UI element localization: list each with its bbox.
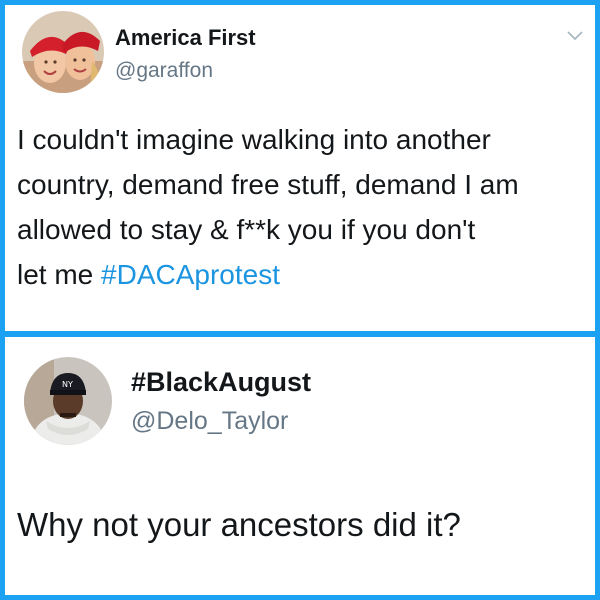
user-handle[interactable]: @Delo_Taylor <box>131 407 288 436</box>
user-handle[interactable]: @garaffon <box>115 59 213 83</box>
tweet-text-line: allowed to stay & f**k you if you don't <box>17 214 476 245</box>
tweet-text: I couldn't imagine walking into another … <box>17 117 519 297</box>
display-name[interactable]: #BlackAugust <box>131 367 311 398</box>
tweet-text-line: country, demand free stuff, demand I am <box>17 169 519 200</box>
avatar-image: NY <box>24 357 112 445</box>
user-avatar[interactable]: NY <box>24 357 112 445</box>
user-avatar[interactable] <box>22 11 104 93</box>
tweet-text-line: let me #DACAprotest <box>17 252 519 297</box>
tweet-text-segment: let me <box>17 259 102 290</box>
tweet-card[interactable]: America First @garaffon I couldn't imagi… <box>5 5 595 331</box>
tweet-card[interactable]: NY #BlackAugust @Delo_Taylor Why not you… <box>5 337 595 595</box>
display-name[interactable]: America First <box>115 25 256 51</box>
tweet-text-line: I couldn't imagine walking into another <box>17 124 491 155</box>
chevron-down-icon[interactable] <box>565 25 585 45</box>
svg-text:NY: NY <box>62 380 73 389</box>
tweet-text: Why not your ancestors did it? <box>17 506 461 543</box>
hashtag-link[interactable]: #DACAprotest <box>101 259 280 290</box>
avatar-image <box>22 11 104 93</box>
